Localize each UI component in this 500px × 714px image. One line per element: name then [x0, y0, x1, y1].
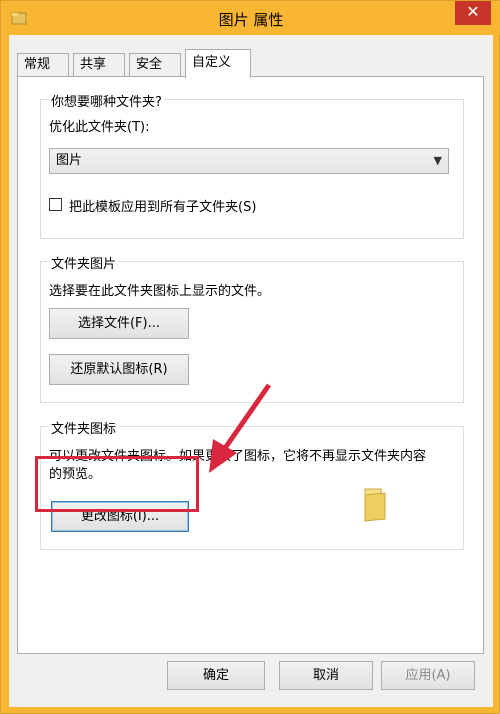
close-icon: ✕ — [466, 2, 480, 21]
group-label: 文件夹图标 — [49, 418, 119, 437]
customize-panel: 你想要哪种文件夹? 优化此文件夹(T): 图片 ▼ 把此模板应用到所有子文件夹(… — [17, 76, 484, 654]
folder-preview-icon — [364, 488, 386, 522]
chevron-down-icon: ▼ — [433, 154, 442, 167]
properties-window: 图片 属性 ✕ 常规 共享 安全 自定义 你想要哪种文件夹? 优化此文件夹(T)… — [0, 0, 500, 714]
dialog-client: 常规 共享 安全 自定义 你想要哪种文件夹? 优化此文件夹(T): 图片 ▼ 把… — [9, 35, 493, 707]
annotation-arrow-icon — [209, 383, 272, 473]
cancel-button[interactable]: 取消 — [279, 661, 373, 690]
optimize-select[interactable]: 图片 ▼ — [49, 148, 449, 174]
apply-button[interactable]: 应用(A) — [381, 661, 475, 690]
title-bar[interactable]: 图片 属性 ✕ — [1, 1, 500, 35]
tab-general[interactable]: 常规 — [17, 53, 69, 77]
apply-subfolders-label: 把此模板应用到所有子文件夹(S) — [69, 200, 257, 215]
folder-pictures-description: 选择要在此文件夹图标上显示的文件。 — [49, 284, 271, 299]
choose-file-button[interactable]: 选择文件(F)... — [49, 308, 189, 339]
highlight-box — [35, 456, 199, 512]
apply-subfolders-checkbox[interactable] — [49, 198, 62, 211]
close-button[interactable]: ✕ — [455, 1, 491, 25]
group-label: 文件夹图片 — [49, 253, 119, 272]
restore-default-button[interactable]: 还原默认图标(R) — [49, 354, 189, 385]
tab-sharing[interactable]: 共享 — [73, 53, 125, 77]
tab-customize[interactable]: 自定义 — [185, 49, 251, 78]
ok-button[interactable]: 确定 — [167, 661, 265, 690]
group-label: 你想要哪种文件夹? — [49, 91, 164, 110]
folder-type-group: 你想要哪种文件夹? 优化此文件夹(T): 图片 ▼ 把此模板应用到所有子文件夹(… — [40, 91, 464, 239]
window-title: 图片 属性 — [218, 11, 284, 29]
tab-security[interactable]: 安全 — [129, 53, 181, 77]
selected-option: 图片 — [56, 153, 83, 168]
optimize-label: 优化此文件夹(T): — [49, 120, 150, 135]
